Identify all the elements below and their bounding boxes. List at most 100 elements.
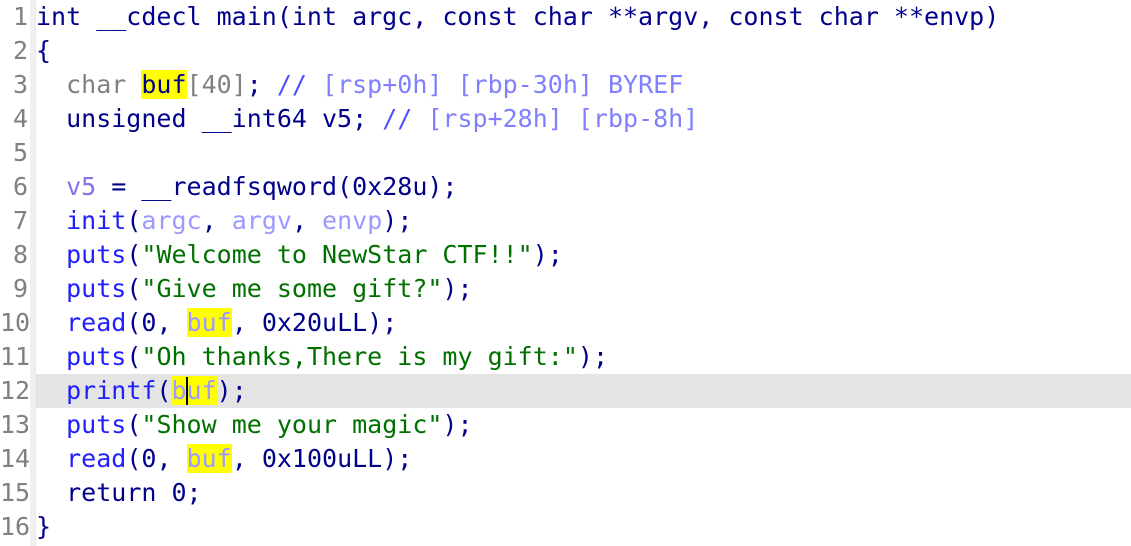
line-content[interactable]: printf(buf); bbox=[36, 374, 1131, 408]
code-token: ); bbox=[442, 410, 473, 439]
code-token: "Oh thanks,There is my gift:" bbox=[141, 342, 578, 371]
line-number: 2 bbox=[12, 36, 28, 65]
code-token: init bbox=[66, 206, 127, 235]
code-token: , bbox=[156, 444, 187, 473]
code-line-3[interactable]: 3 char buf[40]; // [rsp+0h] [rbp-30h] BY… bbox=[0, 68, 1131, 102]
code-lines-container[interactable]: 1 int __cdecl main(int argc, const char *… bbox=[0, 0, 1131, 544]
line-number: 14 bbox=[0, 444, 31, 473]
line-number: 4 bbox=[12, 104, 28, 133]
code-line-16[interactable]: 16} bbox=[0, 510, 1131, 544]
line-content[interactable]: } bbox=[36, 510, 1131, 544]
line-content[interactable]: char buf[40]; // [rsp+0h] [rbp-30h] BYRE… bbox=[36, 68, 1131, 102]
code-token: [rsp+28h] [rbp-8h] bbox=[412, 104, 699, 133]
code-line-12[interactable]: 12 printf(buf); bbox=[0, 374, 1131, 408]
code-token: ); bbox=[216, 376, 247, 405]
code-token: read bbox=[66, 308, 127, 337]
highlighted-identifier: b bbox=[171, 376, 187, 405]
code-token: , bbox=[201, 206, 232, 235]
code-token: 0 bbox=[141, 308, 157, 337]
code-token: "Welcome to NewStar CTF!!" bbox=[141, 240, 533, 269]
code-token: read bbox=[66, 444, 127, 473]
code-token: unsigned __int64 v5; bbox=[36, 104, 368, 133]
code-token: puts bbox=[66, 240, 127, 269]
line-content[interactable]: read(0, buf, 0x20uLL); bbox=[36, 306, 1131, 340]
code-token: puts bbox=[66, 274, 127, 303]
code-line-5[interactable]: 5 bbox=[0, 136, 1131, 170]
code-token: ); bbox=[382, 206, 413, 235]
code-token: ; bbox=[246, 70, 262, 99]
code-token: [rsp+0h] [rbp-30h] BYREF bbox=[306, 70, 684, 99]
line-content[interactable] bbox=[36, 136, 1131, 170]
code-token: { bbox=[36, 36, 52, 65]
code-token: "Show me your magic" bbox=[141, 410, 443, 439]
code-token: = bbox=[96, 172, 142, 201]
code-token: ( bbox=[126, 342, 142, 371]
code-line-9[interactable]: 9 puts("Give me some gift?"); bbox=[0, 272, 1131, 306]
code-token: // bbox=[276, 70, 307, 99]
code-line-10[interactable]: 10 read(0, buf, 0x20uLL); bbox=[0, 306, 1131, 340]
code-line-8[interactable]: 8 puts("Welcome to NewStar CTF!!"); bbox=[0, 238, 1131, 272]
code-line-13[interactable]: 13 puts("Show me your magic"); bbox=[0, 408, 1131, 442]
code-token: ( bbox=[126, 240, 142, 269]
code-token: 0x100uLL bbox=[261, 444, 383, 473]
line-content[interactable]: read(0, buf, 0x100uLL); bbox=[36, 442, 1131, 476]
line-content[interactable]: puts("Oh thanks,There is my gift:"); bbox=[36, 340, 1131, 374]
line-content[interactable]: { bbox=[36, 34, 1131, 68]
line-content[interactable]: return 0; bbox=[36, 476, 1131, 510]
code-line-14[interactable]: 14 read(0, buf, 0x100uLL); bbox=[0, 442, 1131, 476]
highlighted-identifier: uf bbox=[186, 376, 217, 405]
line-content[interactable]: puts("Give me some gift?"); bbox=[36, 272, 1131, 306]
code-token: ( bbox=[337, 172, 353, 201]
code-token: // bbox=[382, 104, 413, 133]
code-token: "Give me some gift?" bbox=[141, 274, 443, 303]
pseudocode-view[interactable]: 1 int __cdecl main(int argc, const char *… bbox=[0, 0, 1131, 546]
code-token: puts bbox=[66, 342, 127, 371]
line-number: 1 bbox=[12, 2, 28, 31]
code-token: , bbox=[156, 308, 187, 337]
line-content[interactable]: unsigned __int64 v5; // [rsp+28h] [rbp-8… bbox=[36, 102, 1131, 136]
highlighted-identifier: buf bbox=[186, 444, 232, 473]
code-token: printf bbox=[66, 376, 157, 405]
line-content[interactable]: puts("Show me your magic"); bbox=[36, 408, 1131, 442]
code-token: ( bbox=[126, 444, 142, 473]
code-token: ); bbox=[577, 342, 608, 371]
line-number: 9 bbox=[12, 274, 28, 303]
line-number: 12 bbox=[0, 376, 31, 405]
code-token: ); bbox=[427, 172, 458, 201]
line-content[interactable]: int __cdecl main(int argc, const char **… bbox=[36, 0, 1131, 34]
code-line-15[interactable]: 15 return 0; bbox=[0, 476, 1131, 510]
line-content[interactable]: v5 = __readfsqword(0x28u); bbox=[36, 170, 1131, 204]
code-token: ( bbox=[126, 274, 142, 303]
code-token: , bbox=[231, 444, 262, 473]
line-number: 16 bbox=[0, 512, 31, 541]
code-line-6[interactable]: 6 v5 = __readfsqword(0x28u); bbox=[0, 170, 1131, 204]
code-token: ); bbox=[442, 274, 473, 303]
code-token: ); bbox=[382, 444, 413, 473]
code-token: envp bbox=[322, 206, 383, 235]
code-token: 0 bbox=[171, 478, 187, 507]
code-token: __readfsqword bbox=[141, 172, 338, 201]
code-line-4[interactable]: 4 unsigned __int64 v5; // [rsp+28h] [rbp… bbox=[0, 102, 1131, 136]
code-line-11[interactable]: 11 puts("Oh thanks,There is my gift:"); bbox=[0, 340, 1131, 374]
line-number: 11 bbox=[0, 342, 31, 371]
code-token: return bbox=[66, 478, 157, 507]
line-content[interactable]: init(argc, argv, envp); bbox=[36, 204, 1131, 238]
code-line-1[interactable]: 1 int __cdecl main(int argc, const char *… bbox=[0, 0, 1131, 34]
code-token: ); bbox=[532, 240, 563, 269]
line-number: 15 bbox=[0, 478, 31, 507]
highlighted-identifier: buf bbox=[186, 308, 232, 337]
code-token: puts bbox=[66, 410, 127, 439]
code-token: ; bbox=[186, 478, 202, 507]
line-number: 13 bbox=[0, 410, 31, 439]
code-token: [40] bbox=[186, 70, 247, 99]
code-line-7[interactable]: 7 init(argc, argv, envp); bbox=[0, 204, 1131, 238]
code-line-2[interactable]: 2{ bbox=[0, 34, 1131, 68]
line-content[interactable]: puts("Welcome to NewStar CTF!!"); bbox=[36, 238, 1131, 272]
